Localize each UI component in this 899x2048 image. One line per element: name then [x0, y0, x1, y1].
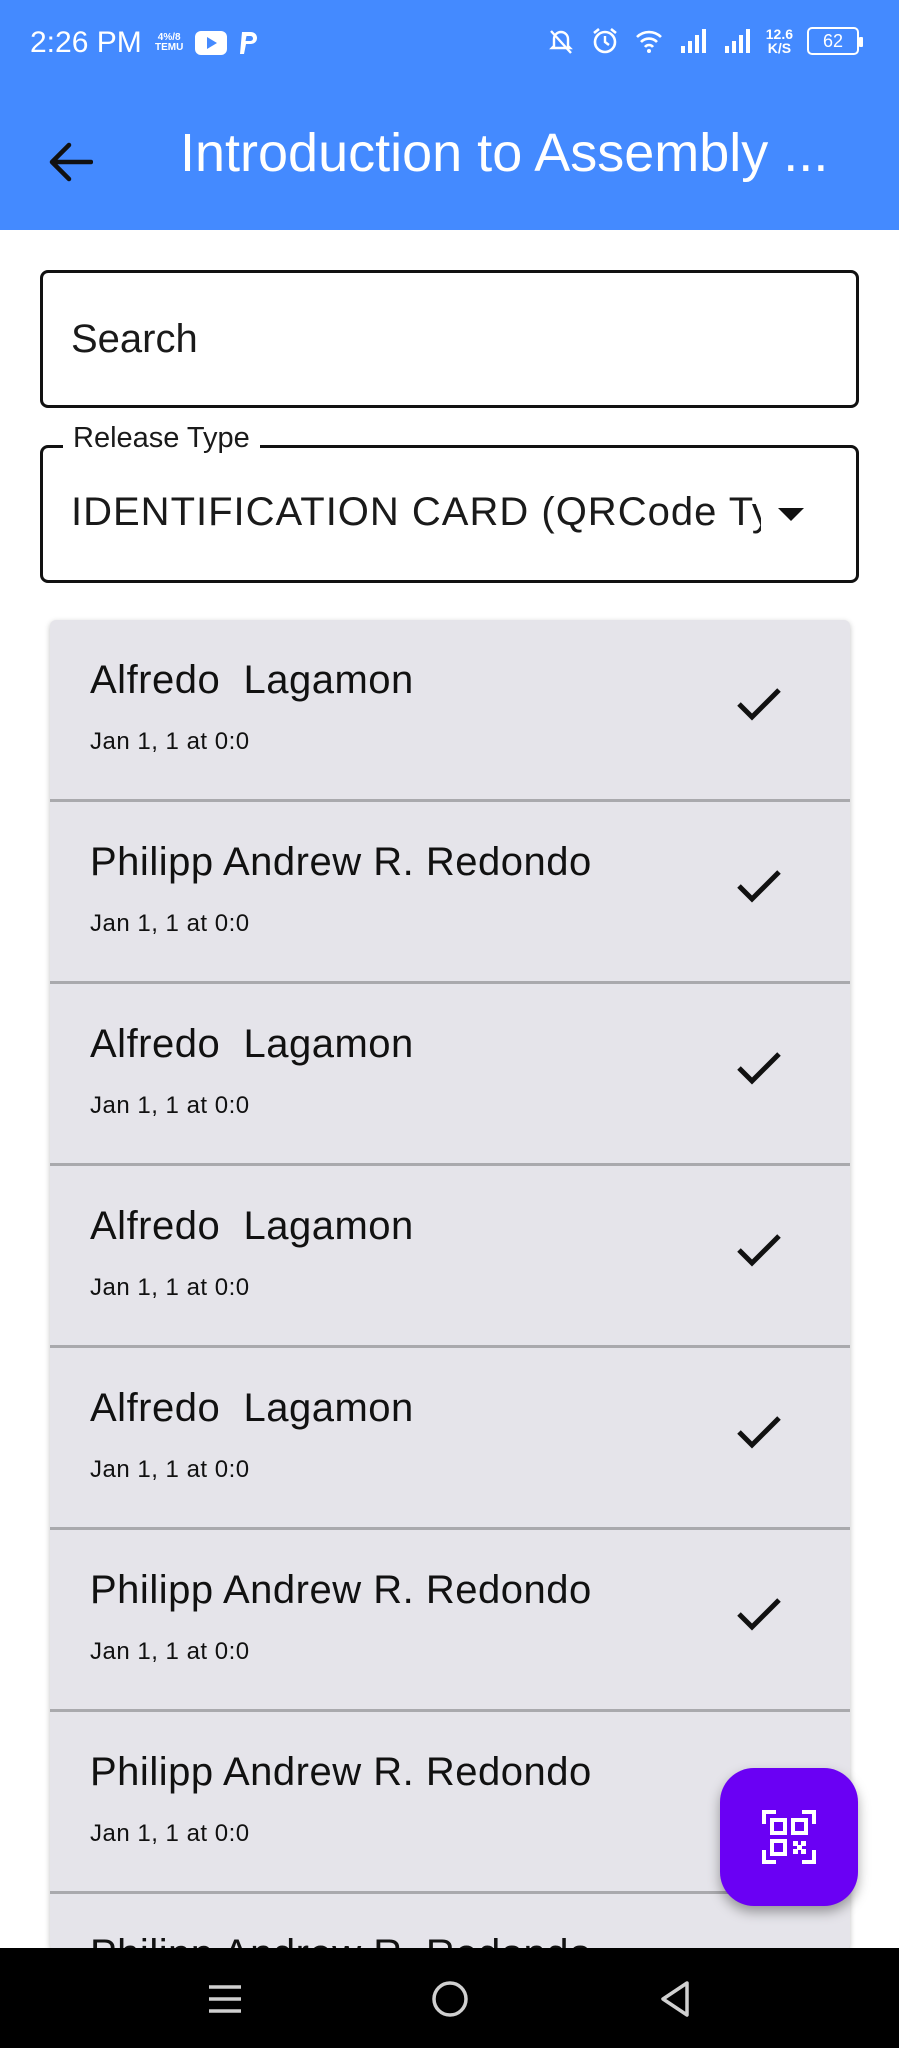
list-item[interactable]: Philipp Andrew R. Redondo Jan 1, 1 at 0:0 — [50, 1530, 850, 1712]
wifi-icon — [635, 30, 662, 53]
release-list: Alfredo Lagamon Jan 1, 1 at 0:0 Philipp An… — [50, 620, 850, 1950]
item-name: Alfredo Lagamon — [90, 658, 414, 702]
back-button[interactable] — [38, 130, 102, 194]
check-icon — [737, 1598, 781, 1631]
release-type-dropdown[interactable]: Release Type IDENTIFICATION CARD (QRCode… — [40, 422, 859, 583]
battery-icon: 62 — [807, 27, 863, 55]
menu-button[interactable] — [200, 1974, 250, 2024]
check-icon — [737, 1234, 781, 1267]
list-item[interactable]: Alfredo Lagamon Jan 1, 1 at 0:0 — [50, 620, 850, 802]
check-icon — [737, 870, 781, 903]
release-type-selected: IDENTIFICATION CARD (QRCode Type) — [71, 490, 761, 534]
list-item[interactable]: Philipp Andrew R. Redondo — [50, 1894, 850, 1950]
data-label-bottom: TEMU — [155, 42, 184, 53]
top-bar: 2:26 PM 4%/8 TEMU 12.6 K/S 62 Introducti… — [0, 0, 899, 230]
check-icon — [737, 1416, 781, 1449]
item-date: Jan 1, 1 at 0:0 — [90, 910, 250, 937]
list-item[interactable]: Philipp Andrew R. Redondo Jan 1, 1 at 0:0 — [50, 802, 850, 984]
paypal-icon — [240, 32, 258, 54]
list-item[interactable]: Alfredo Lagamon Jan 1, 1 at 0:0 — [50, 1348, 850, 1530]
signal-icon — [724, 29, 750, 53]
signal-icon — [680, 29, 706, 53]
search-input[interactable] — [71, 309, 831, 369]
menu-icon — [209, 1985, 241, 2013]
back-triangle-icon — [661, 1981, 689, 2017]
status-bar: 2:26 PM 4%/8 TEMU 12.6 K/S 62 — [0, 0, 899, 90]
item-name: Alfredo Lagamon — [90, 1204, 414, 1248]
item-name: Alfredo Lagamon — [90, 1386, 414, 1430]
net-speed: 12.6 K/S — [766, 27, 793, 55]
chevron-down-icon[interactable] — [778, 508, 804, 521]
qr-code-scanner-icon — [762, 1810, 816, 1864]
item-date: Jan 1, 1 at 0:0 — [90, 1092, 250, 1119]
scan-qr-button[interactable] — [720, 1768, 858, 1906]
item-name: Philipp Andrew R. Redondo — [90, 1750, 592, 1794]
check-icon — [737, 688, 781, 721]
youtube-icon — [195, 31, 228, 55]
data-saver-icon: 4%/8 TEMU — [155, 33, 183, 53]
item-name: Philipp Andrew R. Redondo — [90, 840, 592, 884]
list-item[interactable]: Alfredo Lagamon Jan 1, 1 at 0:0 — [50, 984, 850, 1166]
status-left-icons: 4%/8 TEMU — [155, 30, 261, 56]
release-type-label: Release Type — [63, 422, 260, 455]
arrow-back-icon — [49, 142, 93, 182]
alarm-icon — [592, 27, 617, 54]
item-name: Philipp Andrew R. Redondo — [90, 1568, 592, 1612]
search-field[interactable] — [40, 270, 859, 408]
net-speed-unit: K/S — [767, 40, 792, 56]
status-time: 2:26 PM — [30, 26, 142, 59]
screen: 2:26 PM 4%/8 TEMU 12.6 K/S 62 Introducti… — [0, 0, 899, 2048]
list-item[interactable]: Alfredo Lagamon Jan 1, 1 at 0:0 — [50, 1166, 850, 1348]
status-right-icons: 12.6 K/S 62 — [546, 26, 863, 56]
app-bar: Introduction to Assembly ... — [0, 90, 899, 230]
nav-back-button[interactable] — [650, 1974, 700, 2024]
net-speed-value: 12.6 — [765, 26, 793, 42]
do-not-disturb-icon — [548, 30, 573, 54]
item-date: Jan 1, 1 at 0:0 — [90, 1274, 250, 1301]
page-title: Introduction to Assembly ... — [180, 123, 829, 183]
item-date: Jan 1, 1 at 0:0 — [90, 1820, 250, 1847]
home-button[interactable] — [425, 1974, 475, 2024]
item-date: Jan 1, 1 at 0:0 — [90, 1456, 250, 1483]
item-date: Jan 1, 1 at 0:0 — [90, 1638, 250, 1665]
check-icon — [737, 1052, 781, 1085]
home-icon — [432, 1981, 468, 2017]
item-date: Jan 1, 1 at 0:0 — [90, 728, 250, 755]
item-name: Alfredo Lagamon — [90, 1022, 414, 1066]
system-nav-bar — [0, 1948, 899, 2048]
battery-level: 62 — [822, 30, 844, 51]
